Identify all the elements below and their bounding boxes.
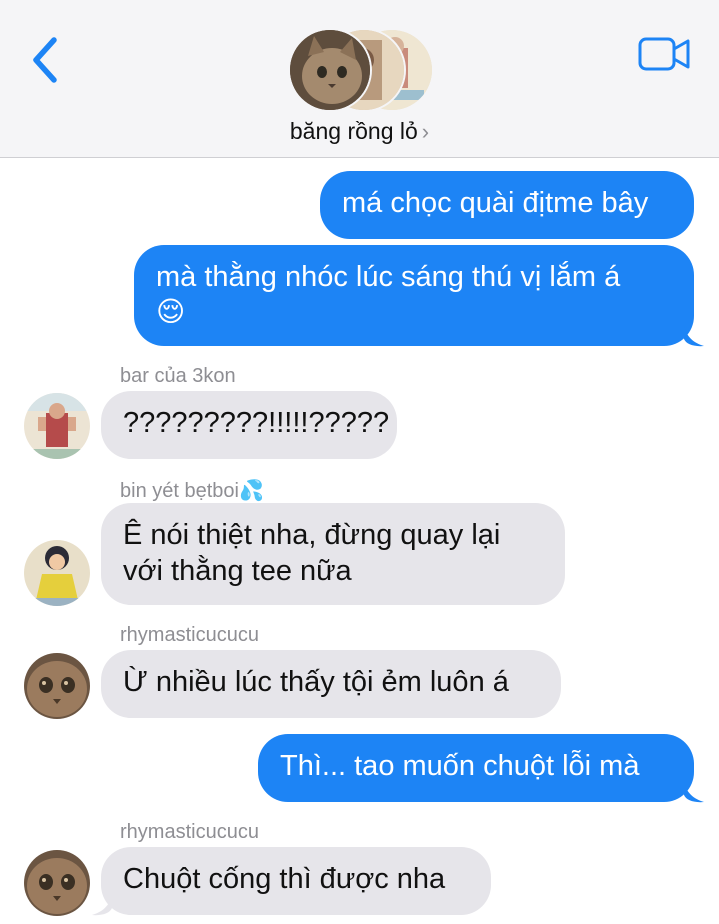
- group-name-label: băng rồng lỏ: [289, 118, 418, 144]
- message-text-line: với thằng tee nữa: [123, 555, 352, 587]
- message-text: Ừ nhiều lúc thấy tội ẻm luôn á: [123, 666, 509, 698]
- video-camera-icon: [638, 37, 690, 71]
- message-text: má chọc quài địtme bây: [342, 187, 649, 219]
- message-text: Chuột cống thì được nha: [123, 863, 446, 895]
- video-call-button[interactable]: [638, 36, 692, 72]
- back-button[interactable]: [28, 34, 64, 86]
- message-bubble-incoming[interactable]: Chuột cống thì được nha: [101, 847, 491, 915]
- sender-avatar[interactable]: [24, 653, 90, 719]
- message-text-line: Ê nói thiệt nha, đừng quay lại: [123, 519, 501, 551]
- message-bubble-outgoing[interactable]: má chọc quài địtme bây: [320, 171, 694, 239]
- sender-avatar[interactable]: [24, 540, 90, 606]
- sender-avatar[interactable]: [24, 393, 90, 459]
- message-bubble-outgoing[interactable]: mà thằng nhóc lúc sáng thú vị lắm á 😌: [134, 245, 694, 346]
- bubble-tail: [92, 894, 112, 916]
- message-text: mà thằng nhóc lúc sáng thú vị lắm á: [156, 261, 621, 293]
- message-bubble-incoming[interactable]: Ừ nhiều lúc thấy tội ẻm luôn á: [101, 650, 561, 718]
- message-text: ?????????!!!!!?????: [123, 407, 390, 439]
- bubble-tail: [684, 325, 704, 347]
- group-member-avatar: [288, 28, 372, 112]
- sender-name: bin yét bẹtboi💦: [120, 480, 264, 502]
- group-avatar-stack[interactable]: [288, 28, 438, 112]
- message-emoji: 😌: [156, 296, 186, 327]
- group-name[interactable]: băng rồng lỏ ›: [0, 118, 719, 145]
- message-text: Thì... tao muốn chuột lỗi mà: [280, 750, 640, 782]
- sender-name: rhymasticucucu: [120, 821, 259, 843]
- message-bubble-incoming[interactable]: Ê nói thiệt nha, đừng quay lại với thằng…: [101, 503, 565, 605]
- conversation-header: băng rồng lỏ ›: [0, 0, 719, 158]
- chevron-left-icon: [33, 37, 57, 83]
- message-bubble-incoming[interactable]: ?????????!!!!!?????: [101, 391, 397, 459]
- chevron-right-icon: ›: [421, 119, 430, 144]
- sender-avatar[interactable]: [24, 850, 90, 916]
- sender-name: bar của 3kon: [120, 365, 236, 387]
- message-bubble-outgoing[interactable]: Thì... tao muốn chuột lỗi mà: [258, 734, 694, 802]
- bubble-tail: [684, 781, 704, 803]
- sender-name: rhymasticucucu: [120, 624, 259, 646]
